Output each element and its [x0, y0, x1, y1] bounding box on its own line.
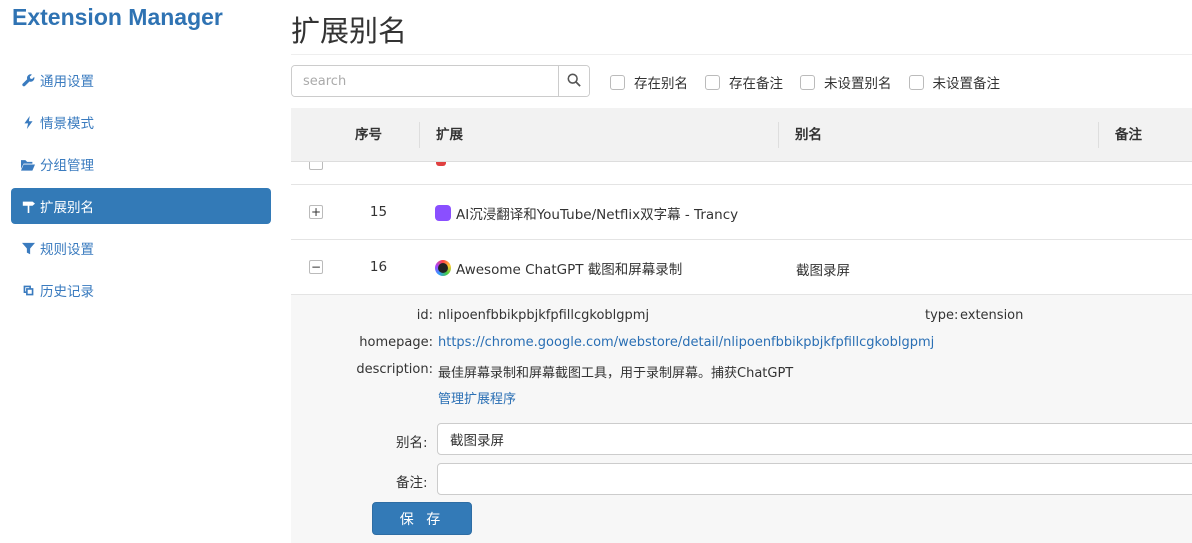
homepage-label: homepage:: [359, 335, 433, 350]
sidebar-item-group-management[interactable]: 分组管理: [11, 146, 271, 182]
collapse-toggle[interactable]: −: [309, 260, 323, 274]
sidebar-item-label: 情景模式: [40, 116, 94, 132]
extension-cell: AI沉浸翻译和YouTube/Netflix双字幕 - Trancy: [435, 203, 738, 223]
checkbox[interactable]: [610, 74, 625, 90]
filter-no-alias[interactable]: 未设置别名: [800, 72, 892, 92]
extension-icon: [436, 162, 446, 166]
description-label: description:: [356, 362, 433, 377]
alias-field-label: 别名:: [396, 435, 428, 451]
sidebar-item-general-settings[interactable]: 通用设置: [11, 62, 271, 98]
wrench-icon: [21, 73, 35, 87]
sidebar-item-label: 分组管理: [40, 158, 94, 174]
alias-input[interactable]: [437, 423, 1192, 455]
expand-toggle[interactable]: [309, 162, 323, 170]
sidebar-item-label: 扩展别名: [40, 200, 94, 216]
column-divider: [419, 122, 420, 148]
title-divider: [291, 54, 1192, 55]
expand-toggle[interactable]: +: [309, 205, 323, 219]
sidebar-item-extension-alias[interactable]: 扩展别名: [11, 188, 271, 224]
filter-has-note[interactable]: 存在备注: [705, 72, 783, 92]
sidebar-item-label: 历史记录: [40, 284, 94, 300]
homepage-link[interactable]: https://chrome.google.com/webstore/detai…: [438, 335, 934, 350]
filter-label: 存在别名: [634, 76, 688, 92]
main-content: 扩展别名 存在别名 存在备注 未设置别名 未设置备注 序号 扩展: [291, 0, 1192, 543]
column-divider: [778, 122, 779, 148]
page-title: 扩展别名: [291, 14, 408, 48]
filter-label: 未设置别名: [824, 76, 892, 92]
column-header-index[interactable]: 序号: [355, 108, 382, 162]
id-label: id:: [416, 308, 433, 323]
note-field-label: 备注:: [396, 475, 428, 491]
type-value: extension: [960, 308, 1024, 323]
extension-cell: Awesome ChatGPT 截图和屏幕录制: [435, 258, 682, 278]
column-header-note[interactable]: 备注: [1115, 108, 1142, 162]
sidebar: Extension Manager 通用设置 情景模式 分组管理 扩展别名 规则…: [0, 0, 280, 543]
filter-label: 未设置备注: [932, 76, 1001, 92]
sidebar-item-label: 规则设置: [40, 242, 94, 258]
extension-name: AI沉浸翻译和YouTube/Netflix双字幕 - Trancy: [456, 207, 739, 223]
checkbox[interactable]: [800, 74, 815, 90]
sidebar-item-scenario-mode[interactable]: 情景模式: [11, 104, 271, 140]
column-header-alias[interactable]: 别名: [795, 108, 822, 162]
extension-icon: [435, 260, 451, 276]
search-box: [291, 65, 590, 97]
extension-details: id: nlipoenfbbikpbjkfpfillcgkoblgpmj typ…: [291, 295, 1192, 543]
folder-open-icon: [21, 157, 35, 171]
row-index: 15: [369, 204, 388, 220]
alias-cell: 截图录屏: [796, 263, 850, 279]
column-divider: [1098, 122, 1099, 148]
manage-extension-link[interactable]: 管理扩展程序: [438, 388, 516, 407]
table-header: 序号 扩展 别名 备注: [291, 108, 1192, 162]
search-input[interactable]: [292, 66, 558, 96]
sidebar-item-history[interactable]: 历史记录: [11, 272, 271, 308]
lightning-icon: [21, 115, 35, 129]
note-input[interactable]: [437, 463, 1192, 495]
filter-label: 存在备注: [729, 76, 783, 92]
column-header-extension[interactable]: 扩展: [436, 108, 463, 162]
search-button[interactable]: [558, 66, 589, 96]
filter-no-note[interactable]: 未设置备注: [908, 72, 1001, 92]
sidebar-item-rule-settings[interactable]: 规则设置: [11, 230, 271, 266]
filter-group: 存在别名 存在备注 未设置别名 未设置备注: [610, 72, 1017, 92]
checkbox[interactable]: [908, 74, 924, 90]
history-icon: [21, 283, 35, 297]
table-row[interactable]: + 15 AI沉浸翻译和YouTube/Netflix双字幕 - Trancy: [291, 185, 1192, 240]
table-row-expanded[interactable]: − 16 Awesome ChatGPT 截图和屏幕录制 截图录屏: [291, 240, 1192, 295]
filter-icon: [21, 241, 35, 255]
description-value: 最佳屏幕录制和屏幕截图工具，用于录制屏幕。捕获ChatGPT: [438, 366, 794, 381]
checkbox[interactable]: [705, 74, 720, 90]
sidebar-nav: 通用设置 情景模式 分组管理 扩展别名 规则设置 历史记录: [11, 62, 271, 314]
save-button[interactable]: 保 存: [372, 502, 472, 535]
search-icon: [567, 72, 581, 91]
table-row-partial: [291, 162, 1192, 185]
filter-has-alias[interactable]: 存在别名: [610, 72, 688, 92]
app-brand: Extension Manager: [12, 4, 223, 30]
type-label: type:: [925, 308, 959, 323]
row-index: 16: [369, 259, 388, 275]
extension-icon: [435, 205, 451, 221]
id-value: nlipoenfbbikpbjkfpfillcgkoblgpmj: [438, 308, 650, 323]
extension-name: Awesome ChatGPT 截图和屏幕录制: [456, 262, 683, 278]
signpost-icon: [21, 199, 35, 213]
sidebar-item-label: 通用设置: [40, 74, 94, 90]
